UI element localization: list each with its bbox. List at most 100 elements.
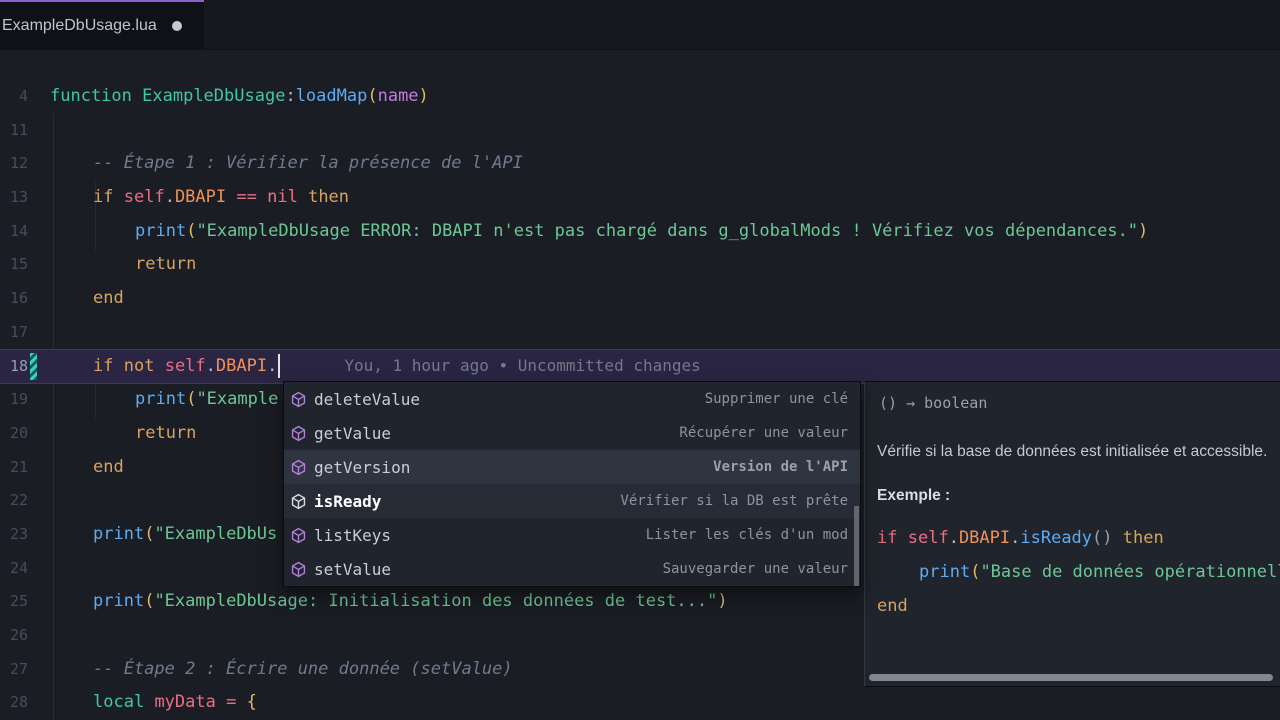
code-token-plain [236, 692, 246, 712]
code-token-self: self [908, 528, 949, 548]
suggest-item-label: listKeys [314, 526, 391, 545]
line-number: 23 [0, 525, 28, 543]
code-token-self: self [124, 187, 165, 207]
code-token-plain [154, 356, 164, 376]
code-token-str: "ExampleDbUs [154, 524, 277, 544]
code-line-11[interactable]: 11 [0, 113, 1280, 147]
code-token-self: myData [154, 692, 215, 712]
line-number: 28 [0, 693, 28, 711]
modified-dot-icon[interactable] [172, 21, 182, 31]
line-number: 27 [0, 660, 28, 678]
tab-exampledbusage[interactable]: ExampleDbUsage.lua [0, 0, 204, 50]
code-token-plain [113, 356, 123, 376]
code-text: return [135, 254, 196, 274]
code-line-17[interactable]: 17 [0, 315, 1280, 349]
code-token-plain [216, 692, 226, 712]
git-blame-annotation: You, 1 hour ago • Uncommitted changes [344, 356, 700, 375]
code-line-18[interactable]: 18 if not self.DBAPI.You, 1 hour ago • Un… [0, 349, 1280, 385]
line-number: 25 [0, 592, 28, 610]
code-line-15[interactable]: 15return [0, 248, 1280, 282]
docs-horizontal-scrollbar[interactable] [869, 674, 1273, 681]
method-signature: () → boolean [879, 394, 1280, 412]
example-code-line: end [877, 589, 1280, 623]
suggest-item-label: isReady [314, 492, 381, 511]
line-number: 13 [0, 188, 28, 206]
code-text: print("ExampleDbUs [93, 524, 277, 544]
method-cube-icon [290, 493, 307, 510]
suggest-item-label: deleteValue [314, 390, 420, 409]
git-modified-indicator [30, 353, 37, 381]
suggest-item-listKeys[interactable]: listKeysLister les clés d'un mod [284, 518, 860, 552]
code-line-4[interactable]: 4function ExampleDbUsage:loadMap(name) [0, 79, 1280, 113]
suggest-item-detail: Sauvegarder une valeur [663, 561, 848, 577]
code-token-func: print [919, 562, 970, 582]
code-token-param: name [378, 86, 419, 106]
code-token-kw: return [135, 423, 196, 443]
code-token-str: "ExampleDbUsage: Initialisation des donn… [154, 591, 717, 611]
code-token-paren: ( [186, 221, 196, 241]
line-number: 12 [0, 154, 28, 172]
code-token-kw2: local [93, 692, 144, 712]
suggest-item-detail: Supprimer une clé [705, 391, 848, 407]
tab-title: ExampleDbUsage.lua [2, 17, 157, 35]
code-token-punct: . [1010, 528, 1020, 548]
code-token-func: print [135, 389, 186, 409]
code-token-kw2: ExampleDbUsage [142, 86, 285, 106]
line-number: 22 [0, 491, 28, 509]
code-line-14[interactable]: 14print("ExampleDbUsage ERROR: DBAPI n'e… [0, 214, 1280, 248]
code-token-kwred: if [877, 528, 897, 548]
line-number: 24 [0, 559, 28, 577]
code-text: -- Étape 1 : Vérifier la présence de l'A… [93, 153, 523, 173]
code-token-plain [1113, 528, 1123, 548]
code-line-13[interactable]: 13if self.DBAPI == nil then [0, 180, 1280, 214]
suggest-list-scrollbar[interactable] [854, 506, 859, 586]
method-cube-icon [290, 561, 307, 578]
code-token-paren: ( [186, 389, 196, 409]
code-token-func: print [93, 591, 144, 611]
code-token-kw: end [877, 596, 908, 616]
code-token-plain [113, 187, 123, 207]
suggest-details-panel: () → boolean Vérifie si la base de donné… [864, 381, 1280, 687]
suggest-item-detail: Version de l'API [713, 459, 848, 475]
code-token-paren: { [247, 692, 257, 712]
code-token-paren: ( [367, 86, 377, 106]
code-token-paren: ) [1138, 221, 1148, 241]
code-text: if not self.DBAPI.You, 1 hour ago • Unco… [93, 354, 701, 378]
code-token-kw: return [135, 254, 196, 274]
code-token-prop: DBAPI [216, 356, 267, 376]
line-number: 18 [0, 357, 28, 375]
code-line-16[interactable]: 16end [0, 281, 1280, 315]
code-token-plain [226, 187, 236, 207]
suggest-item-isReady[interactable]: isReady Vérifier si la DB est prête [284, 484, 860, 518]
method-cube-icon [290, 391, 307, 408]
code-token-punct: . [165, 187, 175, 207]
suggest-item-detail: Vérifier si la DB est prête [620, 493, 848, 509]
code-token-kw: end [93, 457, 124, 477]
code-token-op: = [226, 692, 236, 712]
suggest-item-label: setValue [314, 560, 391, 579]
code-line-12[interactable]: 12 -- Étape 1 : Vérifier la présence de l… [0, 146, 1280, 180]
code-text: end [93, 457, 124, 477]
code-token-paren: ( [144, 524, 154, 544]
code-token-plain [257, 187, 267, 207]
code-token-kw: not [124, 356, 155, 376]
method-cube-icon [290, 459, 307, 476]
suggest-item-setValue[interactable]: setValue Sauvegarder une valeur [284, 552, 860, 586]
suggest-item-getValue[interactable]: getValueRécupérer une valeur [284, 416, 860, 450]
suggest-item-deleteValue[interactable]: deleteValue Supprimer une clé [284, 382, 860, 416]
code-line-28[interactable]: 28 local myData = { [0, 686, 1280, 720]
code-token-punct2: () [1092, 528, 1112, 548]
code-token-punct: . [206, 356, 216, 376]
example-code-line: print("Base de données opérationnelle [877, 555, 1280, 589]
code-token-prop: DBAPI [959, 528, 1010, 548]
line-number: 17 [0, 323, 28, 341]
line-number: 11 [0, 121, 28, 139]
code-token-paren: ) [419, 86, 429, 106]
code-token-punct: : [285, 86, 295, 106]
code-token-paren: ) [717, 591, 727, 611]
example-code-line: if self.DBAPI.isReady() then [877, 521, 1280, 555]
line-number: 16 [0, 289, 28, 307]
suggest-item-detail: Récupérer une valeur [679, 425, 848, 441]
code-token-self: self [165, 356, 206, 376]
suggest-item-getVersion[interactable]: getVersionVersion de l'API [284, 450, 860, 484]
